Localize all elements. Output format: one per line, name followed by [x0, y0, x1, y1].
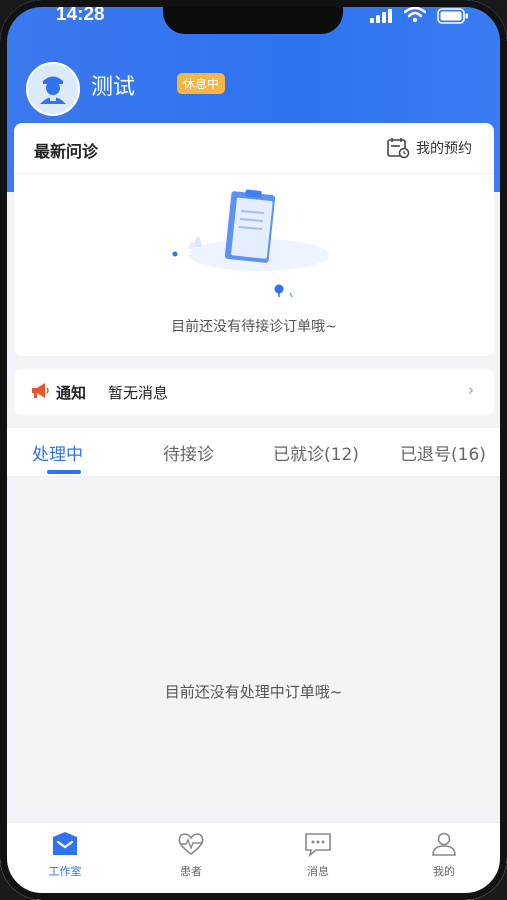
- nav-patients[interactable]: 患者: [151, 831, 231, 879]
- tab-completed[interactable]: 已就诊(12): [273, 440, 359, 465]
- recent-consult-card: 最新问诊 我的预约 目前还没有待接诊订单哦~: [14, 123, 494, 356]
- order-tabs: 处理中 待接诊 已就诊(12) 已退号(16): [0, 428, 507, 477]
- tab-pending[interactable]: 待接诊: [163, 440, 214, 465]
- active-tab-indicator: [47, 470, 81, 474]
- recent-consult-header: 最新问诊 我的预约: [14, 123, 494, 174]
- battery-icon: [437, 8, 468, 24]
- status-time: 14:28: [56, 4, 105, 25]
- nav-messages-label: 消息: [307, 865, 329, 878]
- cellular-signal-icon: [370, 9, 392, 23]
- notice-bar[interactable]: 通知 暂无消息 ›: [14, 369, 494, 415]
- camera-notch: [163, 0, 343, 34]
- app-screen: 14:28 测试 休息中 最新问诊 我的预约 目前还没有待接诊订单哦~ 通知 暂…: [0, 0, 507, 900]
- my-appointments-link[interactable]: 我的预约: [386, 137, 472, 159]
- status-badge[interactable]: 休息中: [177, 73, 226, 94]
- profile-icon: [432, 832, 456, 856]
- nav-messages[interactable]: 消息: [278, 831, 358, 879]
- empty-clipboard-illustration: [172, 189, 329, 298]
- patient-heart-icon: [178, 833, 204, 855]
- my-appointments-label: 我的预约: [416, 141, 472, 157]
- tab-processing[interactable]: 处理中: [32, 440, 83, 465]
- nav-workroom[interactable]: 工作室: [25, 831, 105, 879]
- chevron-right-icon: ›: [468, 381, 474, 399]
- empty-pending-text: 目前还没有待接诊订单哦~: [171, 319, 337, 335]
- nav-mine[interactable]: 我的: [404, 831, 484, 879]
- empty-processing-text: 目前还没有处理中订单哦~: [164, 683, 343, 701]
- megaphone-icon: [32, 383, 49, 398]
- calendar-icon: [387, 138, 410, 159]
- nav-patients-label: 患者: [180, 865, 202, 878]
- avatar[interactable]: [26, 62, 80, 116]
- doctor-avatar-icon: [40, 76, 66, 104]
- workroom-icon: [53, 832, 77, 855]
- tab-refunded[interactable]: 已退号(16): [400, 440, 486, 465]
- notice-message: 暂无消息: [108, 384, 169, 402]
- recent-consult-title: 最新问诊: [34, 142, 99, 161]
- status-bar: 14:28: [0, 0, 507, 34]
- message-icon: [305, 833, 331, 858]
- notice-title: 通知: [56, 384, 87, 402]
- bottom-navigation: 工作室 患者 消息 我的: [0, 822, 507, 900]
- doctor-name: 测试: [91, 75, 136, 100]
- nav-workroom-label: 工作室: [48, 865, 82, 878]
- nav-mine-label: 我的: [433, 865, 455, 878]
- wifi-icon: [404, 7, 426, 23]
